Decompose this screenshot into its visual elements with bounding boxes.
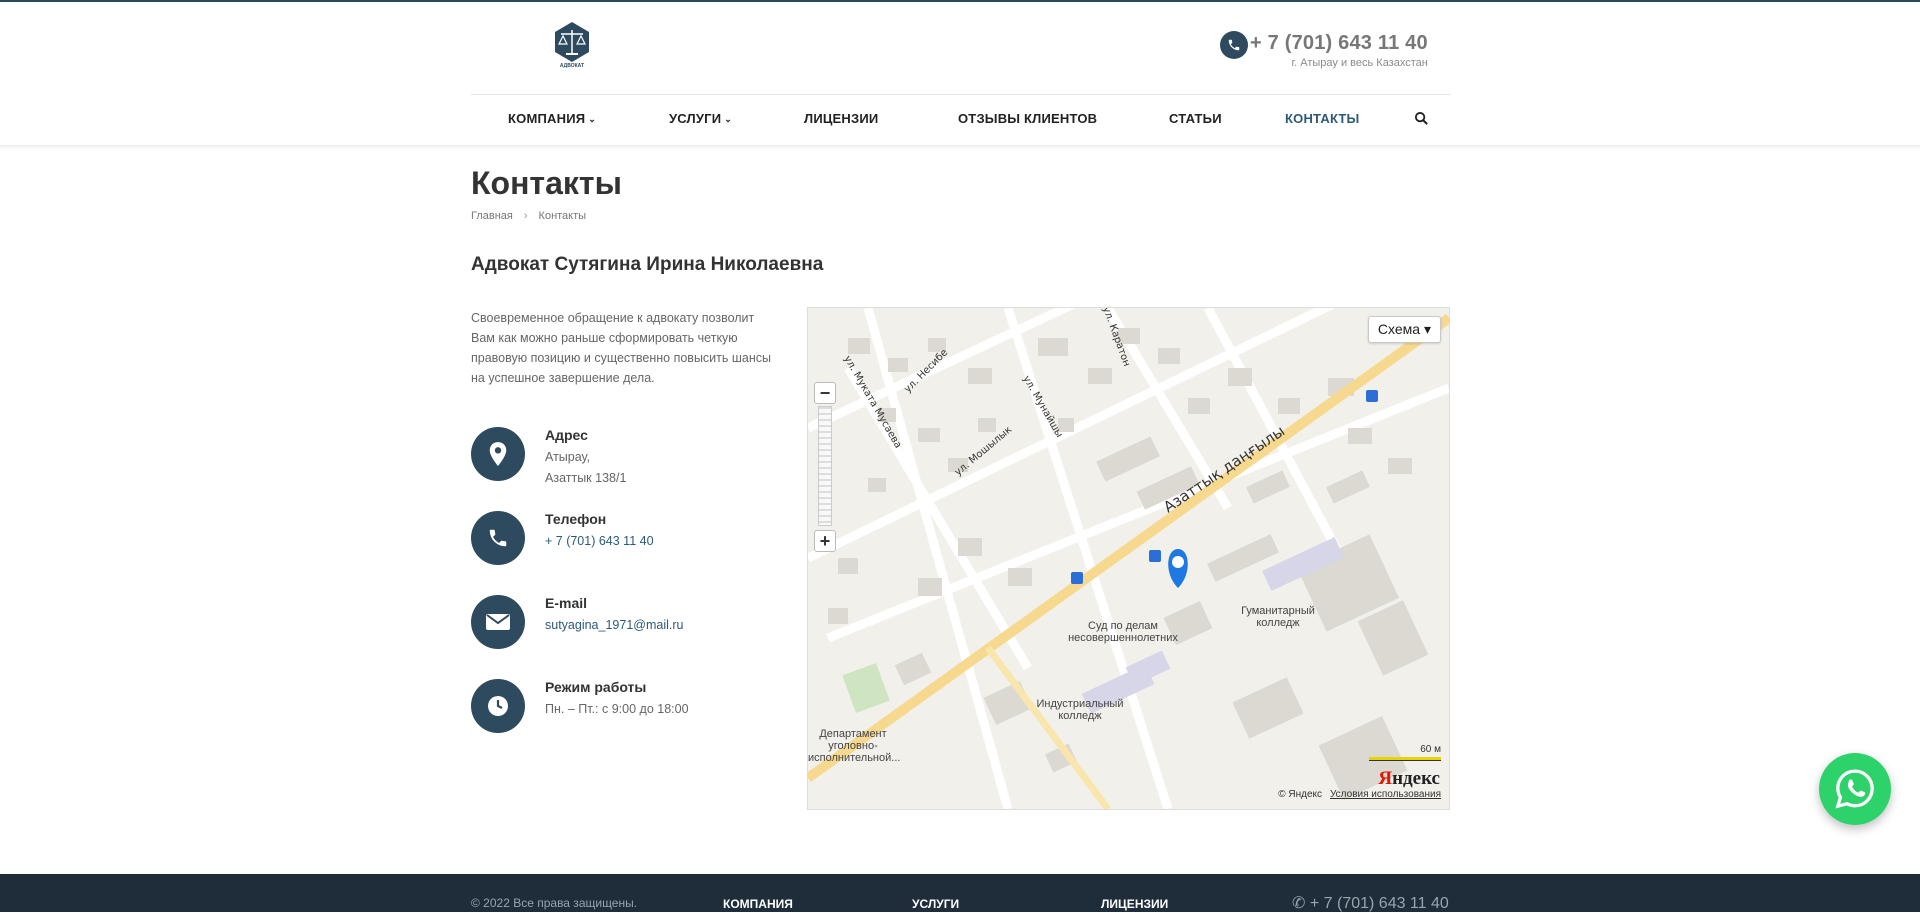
clock-icon — [471, 679, 525, 733]
site-logo[interactable]: АДВОКАТ — [551, 20, 593, 69]
site-footer: © 2022 Все права защищены. КОМПАНИЯ УСЛУ… — [0, 874, 1920, 912]
map-type-select[interactable]: Схема ▾ — [1367, 316, 1441, 343]
map-canvas[interactable]: Азаттық даңғылы ул. Мукатa Мусаева ул. Н… — [808, 308, 1449, 809]
poi-label: Суд по делам несовершеннолетних — [1068, 620, 1178, 644]
envelope-icon — [471, 595, 525, 649]
breadcrumb: Главная › Контакты — [471, 210, 586, 222]
zoom-in-button[interactable]: + — [814, 530, 836, 552]
footer-copyright: © 2022 Все права защищены. — [471, 896, 638, 910]
contact-hours: Режим работы Пн. – Пт.: с 9:00 до 18:00 — [471, 679, 741, 739]
footer-link-licenses[interactable]: ЛИЦЕНЗИИ — [1101, 897, 1168, 911]
phone-title: Телефон — [545, 511, 607, 527]
location-pin-icon — [471, 427, 525, 481]
header-phone-number[interactable]: + 7 (701) 643 11 40 — [1250, 32, 1428, 55]
breadcrumb-current: Контакты — [538, 210, 587, 222]
header-phone-block: + 7 (701) 643 11 40 г. Атырау и весь Каз… — [1250, 32, 1428, 69]
zoom-out-button[interactable]: − — [814, 382, 836, 404]
poi-label: Гуманитарный колледж — [1241, 605, 1315, 629]
phone-icon — [1220, 31, 1248, 59]
footer-link-company[interactable]: КОМПАНИЯ — [723, 897, 793, 911]
yandex-map[interactable]: Азаттық даңғылы ул. Мукатa Мусаева ул. Н… — [807, 307, 1450, 810]
whatsapp-icon — [1835, 769, 1874, 809]
nav-item-services[interactable]: УСЛУГИ ⌄ — [669, 111, 732, 126]
whatsapp-button[interactable] — [1819, 753, 1891, 825]
main-nav: КОМПАНИЯ ⌄ УСЛУГИ ⌄ ЛИЦЕНЗИИ ОТЗЫВЫ КЛИЕНТ… — [471, 95, 1450, 145]
address-line1: Атырау, — [545, 450, 591, 464]
intro-text: Своевременное обращение к адвокату позво… — [471, 311, 771, 385]
nav-item-reviews[interactable]: ОТЗЫВЫ КЛИЕНТОВ — [958, 111, 1097, 126]
zoom-slider[interactable] — [818, 406, 832, 526]
map-terms-link[interactable]: Условия использования — [1330, 789, 1441, 800]
phone-link[interactable]: + 7 (701) 643 11 40 — [545, 531, 654, 552]
map-scale-bar — [1369, 757, 1441, 761]
lawyer-name: Адвокат Сутягина Ирина Николаевна — [471, 254, 824, 275]
footer-link-services[interactable]: УСЛУГИ — [912, 897, 959, 911]
phone-icon — [471, 511, 525, 565]
contact-phone: Телефон + 7 (701) 643 11 40 — [471, 511, 741, 571]
contact-address: Адрес Атырау, Азаттык 138/1 — [471, 427, 741, 487]
phone-icon: ✆ — [1292, 895, 1306, 912]
poi-label: Индустриальный колледж — [1036, 698, 1124, 722]
email-link[interactable]: sutyagina_1971@mail.ru — [545, 615, 683, 636]
search-icon[interactable] — [1414, 111, 1430, 127]
address-title: Адрес — [545, 427, 588, 443]
nav-item-licenses[interactable]: ЛИЦЕНЗИИ — [804, 111, 878, 126]
header-phone-region: г. Атырау и весь Казахстан — [1291, 57, 1428, 69]
nav-item-articles[interactable]: СТАТЬИ — [1169, 111, 1222, 126]
svg-text:АДВОКАТ: АДВОКАТ — [560, 63, 584, 68]
caret-down-icon: ▾ — [1423, 321, 1431, 337]
chevron-down-icon: ⌄ — [724, 114, 733, 124]
chevron-down-icon: ⌄ — [588, 114, 597, 124]
footer-phone[interactable]: ✆ + 7 (701) 643 11 40 — [1292, 893, 1449, 913]
nav-item-company[interactable]: КОМПАНИЯ ⌄ — [508, 111, 596, 126]
nav-item-contacts[interactable]: КОНТАКТЫ — [1285, 111, 1359, 126]
contact-email: E-mail sutyagina_1971@mail.ru — [471, 595, 741, 655]
breadcrumb-separator-icon: › — [523, 210, 528, 222]
address-line2: Азаттык 138/1 — [545, 471, 627, 485]
map-scale-label: 60 м — [1420, 744, 1441, 755]
email-title: E-mail — [545, 595, 588, 611]
yandex-logo[interactable]: Яндекс — [1378, 768, 1440, 790]
zoom-control[interactable]: − + — [814, 382, 836, 552]
page-title: Контакты — [471, 165, 622, 201]
nav-shadow — [0, 145, 1920, 149]
hours-value: Пн. – Пт.: с 9:00 до 18:00 — [545, 702, 689, 716]
breadcrumb-home[interactable]: Главная — [471, 210, 513, 222]
map-copyright: © Яндекс Условия использования — [1278, 789, 1441, 800]
address-value: Атырау, Азаттык 138/1 — [545, 447, 626, 489]
hours-title: Режим работы — [545, 679, 647, 695]
poi-label: Департамент уголовно-исполнительной... — [808, 728, 901, 764]
